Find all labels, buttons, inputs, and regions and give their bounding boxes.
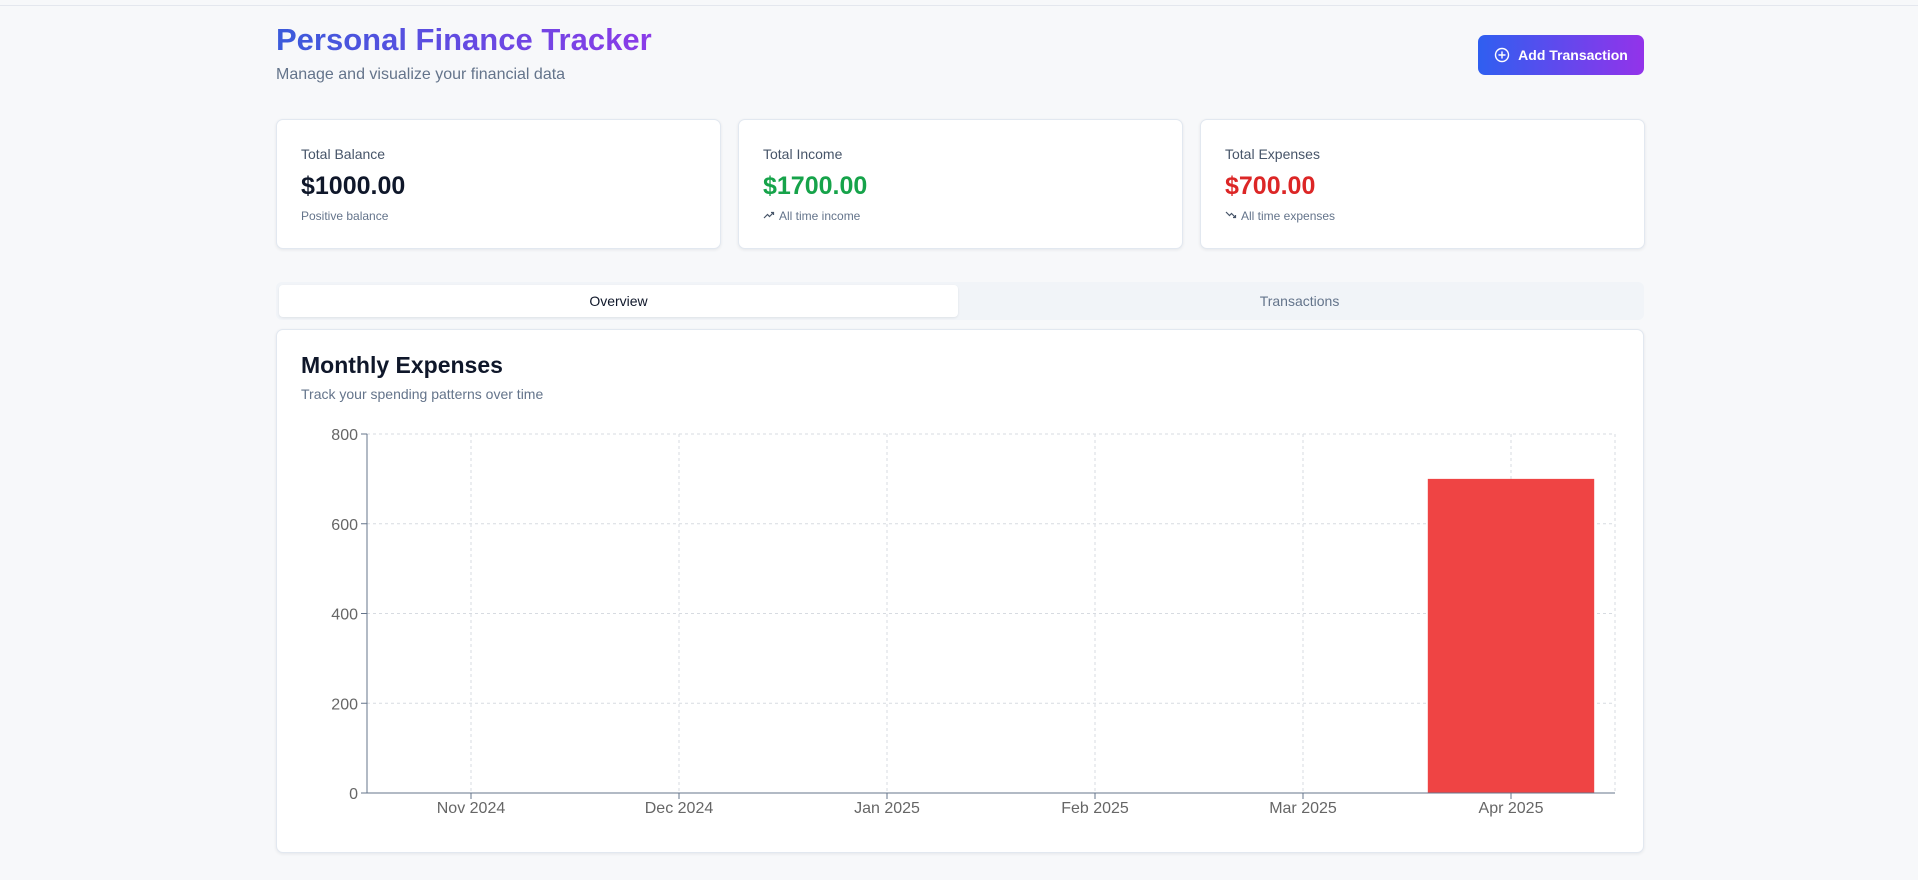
- top-divider: [0, 5, 1918, 6]
- add-transaction-button[interactable]: Add Transaction: [1478, 35, 1644, 75]
- total-expenses-card: Total Expenses $700.00 All time expenses: [1200, 119, 1645, 249]
- card-note: All time expenses: [1225, 209, 1335, 223]
- card-label: Total Balance: [301, 146, 386, 162]
- bar-apr-2025: [1427, 478, 1595, 793]
- x-tick-label: Dec 2024: [645, 800, 714, 817]
- plus-circle-icon: [1494, 47, 1510, 63]
- trending-up-icon: [763, 209, 775, 223]
- page-header: Personal Finance Tracker Manage and visu…: [276, 20, 1644, 90]
- monthly-expenses-chart: 0 200 400 600 800 Nov 2024 Dec 2024 Jan 2025 Feb…: [331, 427, 1616, 817]
- x-tick-label: Apr 2025: [1479, 800, 1544, 817]
- card-note: All time income: [763, 209, 860, 223]
- x-tick-label: Mar 2025: [1269, 800, 1337, 817]
- income-value: $1700.00: [763, 172, 868, 200]
- card-note-text: All time expenses: [1241, 209, 1336, 223]
- x-tick-label: Jan 2025: [854, 800, 920, 817]
- total-balance-card: Total Balance $1000.00 Positive balance: [276, 119, 721, 249]
- page-subtitle: Manage and visualize your financial data: [276, 66, 566, 83]
- y-tick-label: 600: [331, 517, 358, 534]
- expenses-value: $700.00: [1225, 172, 1316, 200]
- balance-value: $1000.00: [301, 172, 406, 200]
- monthly-expenses-card: Monthly Expenses Track your spending pat…: [276, 329, 1644, 853]
- total-income-card: Total Income $1700.00 All time income: [738, 119, 1183, 249]
- tab-overview[interactable]: Overview: [279, 285, 958, 317]
- card-note-text: All time income: [779, 209, 861, 223]
- y-tick-label: 200: [331, 696, 358, 713]
- x-tick-label: Nov 2024: [437, 800, 506, 817]
- add-transaction-label: Add Transaction: [1518, 47, 1628, 63]
- x-tick-label: Feb 2025: [1061, 800, 1129, 817]
- trending-down-icon: [1225, 209, 1237, 223]
- card-label: Total Income: [763, 146, 843, 162]
- y-tick-label: 800: [331, 427, 358, 444]
- card-label: Total Expenses: [1225, 146, 1320, 162]
- page-title: Personal Finance Tracker: [276, 22, 652, 57]
- summary-cards: Total Balance $1000.00 Positive balance …: [276, 119, 1645, 249]
- view-tabs: Overview Transactions: [276, 282, 1644, 320]
- y-tick-label: 0: [349, 786, 358, 803]
- card-note-text: Positive balance: [301, 209, 389, 223]
- y-tick-label: 400: [331, 607, 358, 624]
- card-note: Positive balance: [301, 209, 388, 223]
- tab-transactions[interactable]: Transactions: [960, 285, 1639, 317]
